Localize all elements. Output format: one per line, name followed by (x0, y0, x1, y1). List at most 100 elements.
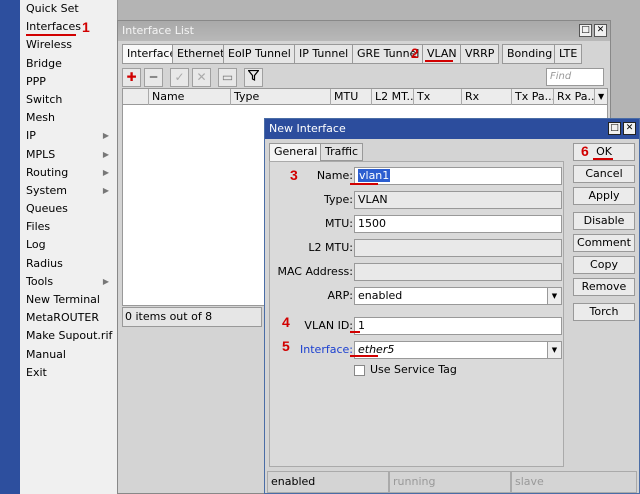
dialog-status-bar: enabled running slave (265, 471, 640, 493)
status-running: running (389, 471, 511, 493)
table-header: Name Type MTU L2 MT... Tx Rx Tx Pa... Rx… (123, 89, 607, 105)
annotation-1: 1 (82, 19, 90, 35)
annotation-underline (425, 60, 453, 62)
arp-value: enabled (358, 289, 403, 302)
apply-button[interactable]: Apply (573, 187, 635, 205)
disable-button[interactable]: Disable (573, 212, 635, 230)
mac-address-field (354, 263, 562, 281)
interface-select[interactable]: ether5 ▼ (354, 341, 562, 359)
remove-button[interactable]: Remove (573, 278, 635, 296)
annotation-5: 5 (282, 338, 290, 354)
annotation-2: 2 (411, 45, 419, 61)
chevron-down-icon[interactable]: ▼ (547, 342, 561, 358)
arp-select[interactable]: enabled ▼ (354, 287, 562, 305)
sidebar-item-quick-set[interactable]: Quick Set (20, 0, 117, 18)
sidebar-menu: Quick Set Interfaces Wireless Bridge PPP… (20, 0, 118, 494)
torch-button[interactable]: Torch (573, 303, 635, 321)
sidebar-item-ip[interactable]: IP ▶ (20, 127, 117, 145)
copy-button[interactable]: Copy (573, 256, 635, 274)
interface-label: Interface: (300, 343, 353, 356)
mtu-label: MTU: (325, 217, 353, 230)
sidebar-item-log[interactable]: Log (20, 236, 117, 254)
sidebar-item-ppp[interactable]: PPP (20, 73, 117, 91)
submenu-arrow-icon: ▶ (102, 167, 109, 177)
column-type[interactable]: Type (231, 89, 331, 105)
column-name[interactable]: Name (149, 89, 231, 105)
submenu-arrow-icon: ▶ (102, 185, 109, 195)
sidebar-item-radius[interactable]: Radius (20, 255, 117, 273)
submenu-arrow-icon: ▶ (102, 149, 109, 159)
sidebar-item-exit[interactable]: Exit (20, 364, 117, 382)
use-service-tag-label: Use Service Tag (370, 363, 457, 376)
tab-ip-tunnel[interactable]: IP Tunnel (294, 44, 354, 64)
mtu-field[interactable]: 1500 (354, 215, 562, 233)
column-l2mtu[interactable]: L2 MT... (372, 89, 414, 105)
disable-icon[interactable]: ✕ (192, 68, 211, 87)
status-enabled: enabled (267, 471, 389, 493)
arp-label: ARP: (327, 289, 353, 302)
sidebar-item-new-terminal[interactable]: New Terminal (20, 291, 117, 309)
interface-list-title: Interface List (118, 21, 610, 41)
sidebar-item-queues[interactable]: Queues (20, 200, 117, 218)
chevron-down-icon[interactable]: ▼ (547, 288, 561, 304)
left-strip (0, 0, 20, 494)
sidebar-item-bridge[interactable]: Bridge (20, 55, 117, 73)
column-menu-icon[interactable]: ▼ (595, 89, 608, 105)
sidebar-item-tools[interactable]: Tools ▶ (20, 273, 117, 291)
sidebar-item-system[interactable]: System ▶ (20, 182, 117, 200)
funnel-icon (247, 69, 260, 81)
tab-eoip-tunnel[interactable]: EoIP Tunnel (223, 44, 296, 64)
sidebar-item-routing[interactable]: Routing ▶ (20, 164, 117, 182)
mac-address-label: MAC Address: (277, 265, 353, 278)
sidebar-item-switch[interactable]: Switch (20, 91, 117, 109)
tab-traffic[interactable]: Traffic (320, 143, 364, 161)
annotation-underline (593, 158, 613, 160)
column-tx[interactable]: Tx (414, 89, 462, 105)
l2mtu-field (354, 239, 562, 257)
sidebar-item-manual[interactable]: Manual (20, 346, 117, 364)
sidebar-item-wireless[interactable]: Wireless (20, 36, 117, 54)
add-icon[interactable]: ✚ (122, 68, 141, 87)
annotation-6: 6 (581, 143, 589, 159)
general-form: Name: vlan1 Type: VLAN MTU: 1500 L2 MTU:… (269, 161, 564, 467)
column-rx-packets[interactable]: Rx Pa... (554, 89, 595, 105)
comment-button[interactable]: Comment (573, 234, 635, 252)
vlan-id-field[interactable]: 1 (354, 317, 562, 335)
restore-icon[interactable]: □ (579, 24, 592, 37)
use-service-tag-checkbox[interactable] (354, 365, 365, 376)
vlan-id-label: VLAN ID: (304, 319, 353, 332)
enable-icon[interactable]: ✓ (170, 68, 189, 87)
close-icon[interactable]: ✕ (594, 24, 607, 37)
sidebar-item-make-supout[interactable]: Make Supout.rif (20, 327, 117, 345)
list-toolbar: ✚ ━ ✓ ✕ ▭ Find (122, 68, 608, 88)
annotation-underline (350, 183, 378, 185)
remove-icon[interactable]: ━ (144, 68, 163, 87)
column-mtu[interactable]: MTU (331, 89, 372, 105)
annotation-underline (26, 34, 76, 36)
sidebar-item-mesh[interactable]: Mesh (20, 109, 117, 127)
find-input[interactable]: Find (546, 68, 604, 86)
filter-icon[interactable] (244, 68, 263, 87)
name-field[interactable]: vlan1 (354, 167, 562, 185)
tab-bonding[interactable]: Bonding (502, 44, 558, 64)
sidebar-item-metarouter[interactable]: MetaROUTER (20, 309, 117, 327)
column-tx-packets[interactable]: Tx Pa... (512, 89, 554, 105)
annotation-underline (350, 355, 378, 357)
annotation-4: 4 (282, 314, 290, 330)
comment-icon[interactable]: ▭ (218, 68, 237, 87)
annotation-underline (350, 331, 360, 333)
restore-icon[interactable]: □ (608, 122, 621, 135)
tab-lte[interactable]: LTE (554, 44, 583, 64)
column-rx[interactable]: Rx (462, 89, 512, 105)
submenu-arrow-icon: ▶ (102, 276, 109, 286)
tab-general[interactable]: General (269, 143, 323, 162)
close-icon[interactable]: ✕ (623, 122, 636, 135)
tab-ethernet[interactable]: Ethernet (172, 44, 230, 64)
new-interface-dialog: New Interface □ ✕ General Traffic Name: … (264, 118, 640, 494)
tab-vrrp[interactable]: VRRP (460, 44, 500, 64)
cancel-button[interactable]: Cancel (573, 165, 635, 183)
sidebar-item-mpls[interactable]: MPLS ▶ (20, 146, 117, 164)
submenu-arrow-icon: ▶ (102, 131, 109, 141)
sidebar-item-files[interactable]: Files (20, 218, 117, 236)
dialog-title: New Interface (265, 119, 639, 139)
